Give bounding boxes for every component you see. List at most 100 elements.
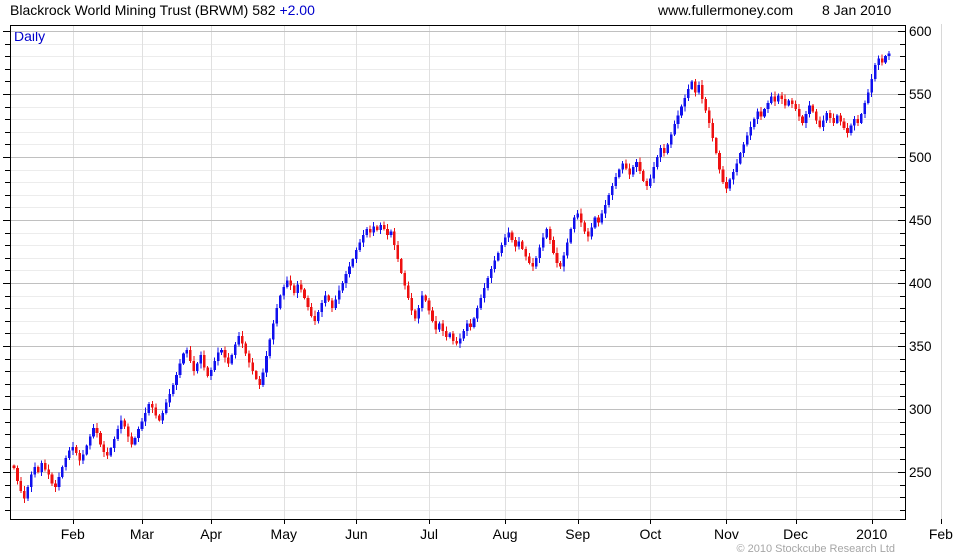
candle-up	[317, 311, 320, 321]
candle-up	[687, 88, 690, 98]
candles	[12, 51, 891, 503]
candle-up	[85, 445, 88, 455]
candle-down	[50, 474, 54, 484]
candle-up	[690, 81, 694, 89]
candle-up	[887, 53, 891, 57]
candlestick-chart: 250 300 350 400 450 500 550 600 Feb Mar Apr May Jun J…	[3, 24, 953, 542]
candle-up	[849, 125, 853, 134]
candle-down	[126, 426, 130, 437]
candle-up	[593, 217, 597, 228]
candle-down	[718, 153, 721, 170]
candle-up	[732, 172, 735, 180]
candle-down	[451, 333, 455, 341]
candle-up	[735, 163, 739, 173]
candle-up	[566, 242, 569, 256]
candle-down	[586, 231, 590, 237]
y-axis-label: 300	[909, 402, 932, 417]
candle-down	[780, 95, 784, 100]
candle-up	[538, 247, 541, 258]
candle-up	[697, 85, 701, 93]
candle-up	[64, 458, 68, 467]
candle-up	[472, 318, 476, 328]
candle-down	[330, 300, 334, 309]
candle-up	[853, 119, 856, 126]
x-axis-label: May	[271, 526, 297, 542]
y-axis-label: 450	[909, 213, 932, 228]
y-axis-label: 350	[909, 339, 932, 354]
candle-down	[579, 213, 583, 223]
candle-down	[783, 99, 787, 106]
candle-up	[545, 228, 548, 238]
candle-down	[552, 240, 555, 253]
chart-page: { "header": { "title": "Blackrock World …	[0, 0, 980, 560]
candle-up	[57, 477, 61, 488]
candle-up	[669, 134, 673, 145]
candle-down	[406, 285, 410, 299]
candle-down	[289, 280, 292, 286]
candle-down	[842, 121, 846, 129]
y-axis-label: 400	[909, 276, 932, 291]
candle-down	[368, 228, 372, 233]
candle-up	[590, 227, 593, 237]
candle-up	[182, 353, 185, 364]
candle-down	[223, 349, 227, 358]
candle-up	[673, 124, 676, 135]
candle-up	[268, 339, 272, 357]
candle-up	[71, 446, 75, 451]
candle-up	[358, 242, 362, 251]
candle-up	[503, 237, 507, 246]
candle-down	[839, 115, 842, 122]
candle-up	[29, 474, 33, 488]
candle-down	[801, 116, 804, 123]
candle-up	[621, 163, 624, 170]
candle-down	[704, 99, 707, 111]
candle-up	[140, 421, 144, 430]
candle-down	[19, 480, 23, 491]
candle-down	[375, 226, 379, 231]
candle-down	[247, 353, 251, 363]
x-axis-label: Mar	[130, 526, 154, 542]
candle-down	[396, 245, 400, 260]
candle-up	[196, 363, 199, 372]
candle-down	[403, 272, 407, 286]
x-axis-label: Jun	[345, 526, 368, 542]
candle-down	[151, 403, 154, 408]
candle-up	[92, 427, 95, 437]
candle-down	[43, 463, 47, 470]
candle-up	[137, 429, 140, 438]
candle-down	[95, 427, 99, 433]
candle-down	[123, 420, 126, 427]
candle-down	[700, 85, 704, 100]
candle-up	[362, 235, 365, 243]
candle-up	[265, 356, 268, 373]
x-axis-label: Apr	[200, 526, 222, 542]
candle-up	[323, 295, 327, 304]
candle-up	[465, 323, 469, 331]
candle-up	[835, 115, 839, 123]
candle-up	[821, 120, 825, 127]
candle-up	[168, 393, 171, 403]
candle-up	[109, 448, 113, 456]
candle-up	[438, 323, 441, 330]
candle-down	[714, 138, 718, 154]
candle-down	[310, 306, 313, 316]
y-axis-label: 600	[909, 24, 932, 39]
candle-down	[797, 109, 801, 117]
candle-up	[285, 280, 289, 287]
candle-down	[759, 111, 763, 117]
candle-up	[81, 454, 85, 461]
candle-down	[292, 285, 296, 294]
candle-up	[116, 429, 120, 440]
x-axis-label: Nov	[714, 526, 739, 542]
candle-up	[458, 338, 462, 344]
candle-up	[161, 412, 165, 421]
candle-up	[655, 157, 659, 168]
candle-down	[74, 446, 78, 454]
candle-up	[199, 354, 203, 364]
candle-down	[721, 169, 725, 183]
candle-up	[600, 213, 604, 223]
candle-down	[54, 483, 57, 488]
candle-up	[489, 269, 493, 278]
candle-up	[486, 277, 490, 289]
x-axis-label: Jul	[420, 526, 438, 542]
